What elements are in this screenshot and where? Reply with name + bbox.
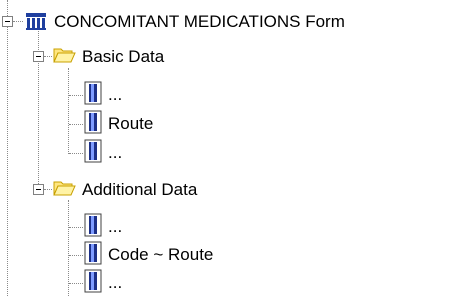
- tree-line-basic-item-3: [69, 153, 83, 154]
- tree-node-additional-data[interactable]: Additional Data: [52, 176, 199, 204]
- tree-leaf-additional-code-route[interactable]: Code ~ Route: [84, 241, 215, 269]
- tree-leaf-basic-1-label: ...: [108, 85, 123, 104]
- tree-leaf-additional-1-label: ...: [108, 217, 123, 236]
- tree-node-basic-data[interactable]: Basic Data: [52, 43, 166, 71]
- tree-leaf-basic-3[interactable]: ...: [84, 139, 124, 167]
- tree-leaf-additional-code-route-label: Code ~ Route: [108, 245, 214, 264]
- tree-leaf-basic-route-label: Route: [108, 114, 154, 133]
- field-icon: [84, 241, 102, 270]
- field-icon: [84, 81, 102, 110]
- additional-data-collapse-toggle[interactable]: [33, 184, 44, 195]
- tree-line-additional-item-3: [69, 283, 83, 284]
- tree-leaf-additional-3-label: ...: [108, 273, 123, 292]
- tree-leaf-basic-3-label: ...: [108, 143, 123, 162]
- tree-node-root[interactable]: CONCOMITANT MEDICATIONS Form: [24, 8, 347, 36]
- tree-line-left-edge: [7, 0, 8, 296]
- tree-leaf-basic-route[interactable]: Route: [84, 110, 155, 138]
- field-icon: [84, 110, 102, 139]
- tree-line-basic-item-1: [69, 95, 83, 96]
- folder-open-icon: [52, 45, 76, 70]
- root-collapse-toggle[interactable]: [2, 16, 13, 27]
- tree-node-root-label: CONCOMITANT MEDICATIONS Form: [54, 12, 345, 31]
- folder-open-icon: [52, 178, 76, 203]
- tree-line-basic: [44, 56, 52, 57]
- field-icon: [84, 269, 102, 298]
- tree-leaf-additional-1[interactable]: ...: [84, 213, 124, 241]
- tree-line-additional-children: [68, 200, 69, 296]
- tree-leaf-additional-3[interactable]: ...: [84, 269, 124, 297]
- tree-view: CONCOMITANT MEDICATIONS Form Basic Data …: [0, 0, 454, 296]
- tree-line-additional-item-1: [69, 227, 83, 228]
- basic-data-collapse-toggle[interactable]: [33, 51, 44, 62]
- tree-leaf-basic-1[interactable]: ...: [84, 81, 124, 109]
- tree-line-basic-children: [68, 68, 69, 154]
- tree-node-basic-data-label: Basic Data: [82, 47, 165, 66]
- tree-line-basic-item-2: [69, 124, 83, 125]
- tree-node-additional-data-label: Additional Data: [82, 180, 198, 199]
- field-icon: [84, 139, 102, 168]
- form-table-icon: [24, 8, 48, 37]
- tree-line-additional: [44, 189, 52, 190]
- field-icon: [84, 213, 102, 242]
- tree-line-root: [13, 21, 23, 22]
- tree-line-additional-item-2: [69, 255, 83, 256]
